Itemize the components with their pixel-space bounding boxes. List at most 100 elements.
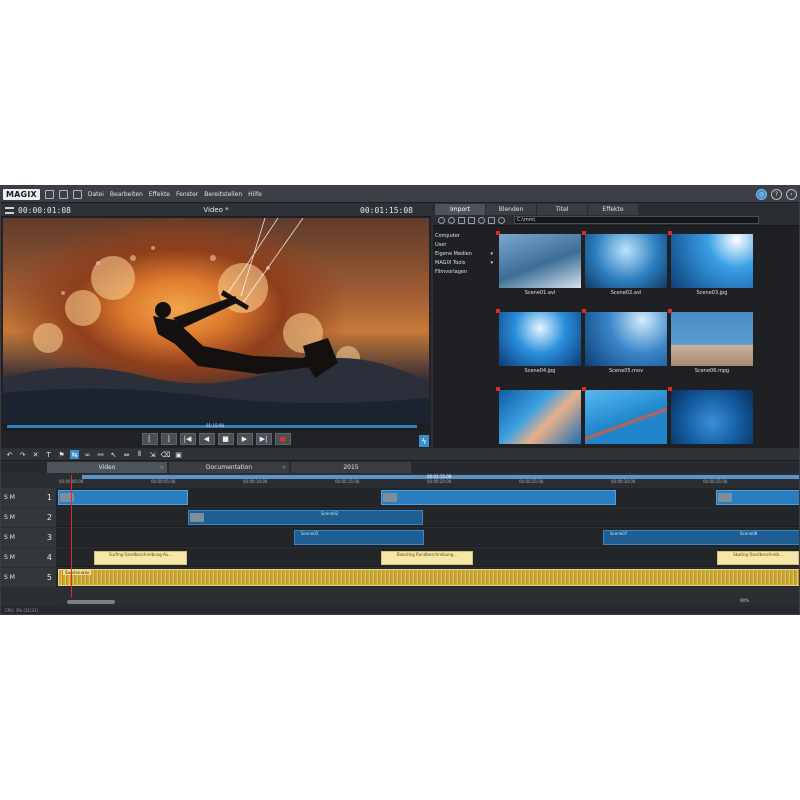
- path-field[interactable]: C:\mm\: [514, 216, 759, 224]
- help-icon[interactable]: ?: [771, 189, 782, 200]
- snapshot-icon[interactable]: ▣: [174, 450, 183, 459]
- go-to-start-button[interactable]: |◀: [179, 433, 196, 445]
- tab-documentation[interactable]: Documentation ✕: [169, 462, 289, 473]
- thumbnail-scene08[interactable]: [582, 387, 667, 446]
- track-header[interactable]: S M 5: [1, 568, 56, 587]
- thumbnail-scene05[interactable]: Scene05.mov: [582, 309, 667, 374]
- track-solo-mute[interactable]: S M: [4, 514, 15, 521]
- undo-icon[interactable]: ↶: [5, 450, 14, 459]
- up-folder-icon[interactable]: [498, 216, 505, 224]
- new-file-icon[interactable]: [44, 189, 54, 199]
- timeline-tabs: Video ✕ Documentation ✕ 2015: [1, 462, 799, 473]
- trim-icon[interactable]: ⇔: [122, 450, 131, 459]
- mark-out-button[interactable]: ]: [160, 433, 177, 445]
- stop-button[interactable]: ■: [217, 433, 234, 445]
- menu-hilfe[interactable]: Hilfe: [248, 191, 262, 198]
- video-clip[interactable]: [381, 490, 616, 505]
- back-icon[interactable]: [438, 216, 445, 224]
- record-button[interactable]: ●: [274, 433, 291, 445]
- title-clip[interactable]: Boarding Randbeschreibung...: [381, 551, 473, 565]
- tab-2015[interactable]: 2015: [291, 462, 411, 473]
- video-clip[interactable]: Scene07 Scene08: [603, 530, 799, 545]
- track-solo-mute[interactable]: S M: [4, 534, 15, 541]
- tab-video[interactable]: Video ✕: [47, 462, 167, 473]
- folder-filmvorlagen[interactable]: Filmvorlagen: [435, 268, 493, 277]
- unlink-icon[interactable]: ⚯: [96, 450, 105, 459]
- redo-icon[interactable]: ↷: [18, 450, 27, 459]
- delete-icon[interactable]: ✕: [31, 450, 40, 459]
- folder-magix-tools[interactable]: MAGIX Tools ▾: [435, 259, 493, 268]
- folder-label: User: [435, 242, 447, 248]
- scrollbar-thumb[interactable]: [67, 600, 115, 604]
- tab-import[interactable]: Import: [435, 204, 485, 215]
- save-icon[interactable]: [72, 189, 82, 199]
- folder-computer[interactable]: Computer: [435, 232, 493, 241]
- track-solo-mute[interactable]: S M: [4, 574, 15, 581]
- clip-label: Scene02: [321, 511, 339, 516]
- ruler-label: 00:00:15:00: [335, 479, 360, 484]
- thumbnail-scene07[interactable]: [496, 387, 581, 446]
- stretch-icon[interactable]: ⇲: [148, 450, 157, 459]
- go-to-end-button[interactable]: ▶|: [255, 433, 272, 445]
- thumbnail-scene02[interactable]: Scene02.avi: [582, 231, 667, 296]
- timeline-scrollbar[interactable]: [57, 598, 799, 606]
- view-icon[interactable]: [488, 216, 495, 224]
- folder-user[interactable]: User: [435, 241, 493, 250]
- preview-scrub-bar[interactable]: 01:15:08: [3, 423, 429, 431]
- thumbnail-scene06[interactable]: Scene06.mpg: [668, 309, 753, 374]
- menu-fenster[interactable]: Fenster: [176, 191, 198, 198]
- close-icon[interactable]: ✕: [160, 465, 164, 471]
- video-clip[interactable]: [716, 490, 799, 505]
- split-icon[interactable]: ⫴: [135, 450, 144, 459]
- step-back-button[interactable]: ◀: [198, 433, 215, 445]
- track-3: S M 3 Scene05 Scene07 Scene08: [1, 528, 799, 547]
- link-icon[interactable]: ∞: [83, 450, 92, 459]
- video-frame[interactable]: [3, 218, 429, 423]
- folder-eigene-medien[interactable]: Eigene Medien ▾: [435, 250, 493, 259]
- title-clip[interactable]: Skating Randbeschreib...: [717, 551, 799, 565]
- track-header[interactable]: S M 3: [1, 528, 56, 547]
- menu-bereitstellen[interactable]: Bereitstellen: [204, 191, 242, 198]
- track-header[interactable]: S M 2: [1, 508, 56, 527]
- lightning-icon[interactable]: ϟ: [419, 435, 429, 447]
- menu-effekte[interactable]: Effekte: [149, 191, 170, 198]
- pointer-icon[interactable]: ↖: [109, 450, 118, 459]
- mouse-mode-icon[interactable]: ⇆: [70, 450, 79, 459]
- close-icon[interactable]: ✕: [282, 465, 286, 471]
- thumbnail-scene01[interactable]: Scene01.avi: [496, 231, 581, 296]
- timeline-ruler[interactable]: 00:01:15:08 00:00:00:00 00:00:05:00 00:0…: [57, 474, 799, 487]
- track-4: S M 4 Surfing Randbeschreibung-Au... Boar…: [1, 548, 799, 567]
- thumbnail-scene03[interactable]: Scene03.jpg: [668, 231, 753, 296]
- eraser-icon[interactable]: ⌫: [161, 450, 171, 459]
- playhead[interactable]: [71, 475, 72, 600]
- target-icon[interactable]: ◎: [756, 189, 767, 200]
- video-clip[interactable]: [58, 490, 188, 505]
- video-clip[interactable]: Scene05: [294, 530, 424, 545]
- forward-icon[interactable]: [448, 216, 455, 224]
- title-clip[interactable]: Surfing Randbeschreibung-Au...: [94, 551, 187, 565]
- thumbnail-scene09[interactable]: [668, 387, 753, 446]
- track-header[interactable]: S M 4: [1, 548, 56, 567]
- play-button[interactable]: ▶: [236, 433, 253, 445]
- folder-tree-icon[interactable]: [458, 216, 465, 224]
- tab-blenden[interactable]: Blenden: [486, 204, 536, 215]
- mark-in-button[interactable]: [: [141, 433, 158, 445]
- menu-bearbeiten[interactable]: Bearbeiten: [110, 191, 143, 198]
- tab-effekte[interactable]: Effekte: [588, 204, 638, 215]
- video-preview-panel: 00:00:01:08 Video * 00:01:15:08 01:15:08…: [1, 204, 431, 448]
- thumbnail-scene04[interactable]: Scene04.jpg: [496, 309, 581, 374]
- tab-titel[interactable]: Titel: [537, 204, 587, 215]
- menu-datei[interactable]: Datei: [88, 191, 104, 198]
- marker-icon[interactable]: ⚑: [57, 450, 66, 459]
- text-icon[interactable]: T: [44, 450, 53, 459]
- settings-icon[interactable]: [478, 216, 485, 224]
- track-header[interactable]: S M 1: [1, 488, 56, 507]
- binoculars-icon[interactable]: [468, 216, 475, 224]
- open-folder-icon[interactable]: [58, 189, 68, 199]
- track-solo-mute[interactable]: S M: [4, 554, 15, 561]
- audio-clip[interactable]: Sunrise.wav: [58, 569, 799, 586]
- track-solo-mute[interactable]: S M: [4, 494, 15, 501]
- forward-icon[interactable]: ›: [786, 189, 797, 200]
- video-clip[interactable]: Scene02: [188, 510, 423, 525]
- ruler-label: 00:00:25:00: [519, 479, 544, 484]
